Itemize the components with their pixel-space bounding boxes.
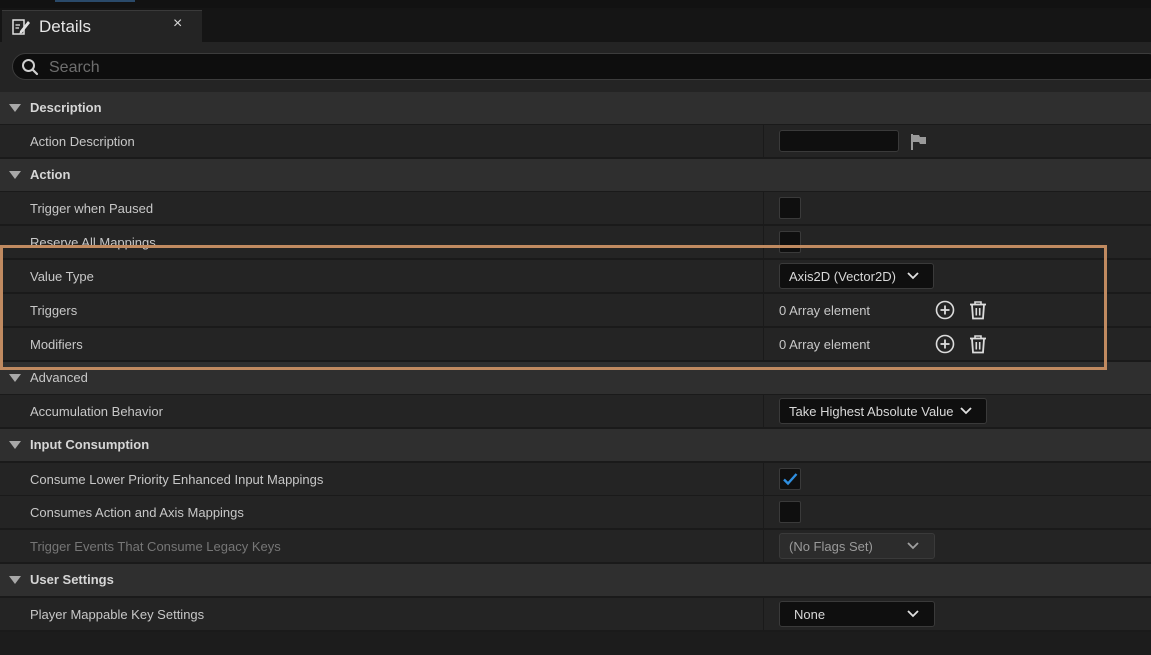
property-label: Modifiers — [30, 337, 83, 352]
section-label: User Settings — [30, 572, 114, 587]
dropdown-value: None — [794, 607, 826, 622]
column-divider[interactable] — [763, 294, 764, 327]
row-action-description: Action Description — [0, 125, 1151, 158]
column-divider[interactable] — [763, 328, 764, 361]
consume-lower-priority-checkbox[interactable] — [779, 468, 801, 490]
section-label: Action — [30, 167, 71, 182]
caret-down-icon[interactable] — [9, 171, 21, 179]
tab-title: Details — [39, 17, 91, 36]
chevron-down-icon — [907, 542, 919, 550]
panel-bottom — [0, 632, 1151, 655]
row-accumulation-behavior: Accumulation Behavior Take Highest Absol… — [0, 395, 1151, 428]
row-modifiers: Modifiers 0 Array element — [0, 328, 1151, 361]
row-triggers: Triggers 0 Array element — [0, 294, 1151, 327]
row-trigger-events-legacy: Trigger Events That Consume Legacy Keys … — [0, 530, 1151, 563]
checkmark-icon — [783, 473, 798, 486]
property-label: Trigger when Paused — [30, 201, 154, 216]
action-description-input[interactable] — [779, 130, 899, 152]
consumes-action-axis-checkbox[interactable] — [779, 501, 801, 523]
plus-circle-icon[interactable] — [935, 300, 955, 320]
property-label: Accumulation Behavior — [30, 404, 163, 419]
property-label: Player Mappable Key Settings — [30, 607, 205, 622]
trigger-events-legacy-dropdown[interactable]: (No Flags Set) — [779, 533, 935, 559]
section-action[interactable]: Action — [0, 159, 1151, 192]
search-icon — [22, 59, 39, 76]
top-strip — [0, 0, 1151, 8]
column-divider[interactable] — [763, 192, 764, 225]
array-count: 0 Array element — [779, 337, 871, 352]
reserve-all-mappings-checkbox[interactable] — [779, 231, 801, 253]
dropdown-value: Axis2D (Vector2D) — [789, 269, 896, 284]
caret-down-icon[interactable] — [9, 576, 21, 584]
chevron-down-icon — [907, 272, 919, 280]
column-divider[interactable] — [763, 226, 764, 259]
caret-down-icon[interactable] — [9, 374, 21, 382]
property-label: Consume Lower Priority Enhanced Input Ma… — [30, 472, 324, 487]
row-consumes-action-axis: Consumes Action and Axis Mappings — [0, 496, 1151, 529]
row-consume-lower-priority: Consume Lower Priority Enhanced Input Ma… — [0, 463, 1151, 496]
caret-down-icon[interactable] — [9, 441, 21, 449]
accumulation-behavior-dropdown[interactable]: Take Highest Absolute Value — [779, 398, 987, 424]
trigger-when-paused-checkbox[interactable] — [779, 197, 801, 219]
close-icon[interactable]: × — [173, 15, 182, 33]
section-input-consumption[interactable]: Input Consumption — [0, 429, 1151, 462]
array-count: 0 Array element — [779, 303, 871, 318]
search-box[interactable] — [12, 53, 1151, 80]
property-label: Action Description — [30, 134, 135, 149]
row-trigger-when-paused: Trigger when Paused — [0, 192, 1151, 225]
row-player-mappable: Player Mappable Key Settings None — [0, 598, 1151, 631]
column-divider[interactable] — [763, 395, 764, 428]
section-label: Description — [30, 100, 102, 115]
flag-icon[interactable] — [909, 133, 927, 151]
player-mappable-dropdown[interactable]: None — [779, 601, 935, 627]
top-accent — [55, 0, 135, 2]
plus-circle-icon[interactable] — [935, 334, 955, 354]
column-divider[interactable] — [763, 260, 764, 293]
property-label: Trigger Events That Consume Legacy Keys — [30, 539, 281, 554]
dropdown-value: Take Highest Absolute Value — [789, 404, 954, 419]
property-label: Value Type — [30, 269, 94, 284]
value-type-dropdown[interactable]: Axis2D (Vector2D) — [779, 263, 934, 289]
column-divider[interactable] — [763, 463, 764, 496]
chevron-down-icon — [960, 407, 972, 415]
trash-icon[interactable] — [968, 334, 988, 354]
section-user-settings[interactable]: User Settings — [0, 564, 1151, 597]
property-label: Reserve All Mappings — [30, 235, 156, 250]
chevron-down-icon — [907, 610, 919, 618]
column-divider[interactable] — [763, 125, 764, 158]
property-label: Triggers — [30, 303, 78, 318]
trash-icon[interactable] — [968, 300, 988, 320]
dropdown-value: (No Flags Set) — [789, 539, 873, 554]
search-bar — [0, 42, 1151, 92]
section-advanced[interactable]: Advanced — [0, 362, 1151, 395]
property-label: Consumes Action and Axis Mappings — [30, 505, 244, 520]
column-divider[interactable] — [763, 496, 764, 529]
row-value-type: Value Type Axis2D (Vector2D) — [0, 260, 1151, 293]
section-label: Advanced — [30, 370, 88, 385]
search-input[interactable] — [47, 56, 1051, 79]
edit-icon — [12, 19, 30, 35]
section-description[interactable]: Description — [0, 92, 1151, 125]
caret-down-icon[interactable] — [9, 104, 21, 112]
row-reserve-all-mappings: Reserve All Mappings — [0, 226, 1151, 259]
tab-details[interactable]: Details × — [2, 10, 202, 43]
column-divider[interactable] — [763, 598, 764, 631]
tab-bar: Details × — [0, 8, 1151, 43]
column-divider[interactable] — [763, 530, 764, 563]
section-label: Input Consumption — [30, 437, 150, 452]
